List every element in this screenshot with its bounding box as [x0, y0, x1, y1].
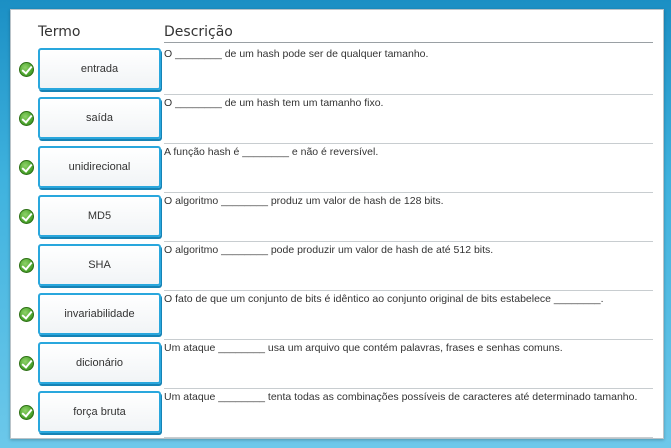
match-row: invariabilidade O fato de que um conjunt…: [11, 291, 663, 340]
description-text: Um ataque ________ tenta todas as combin…: [164, 391, 638, 403]
matching-activity-panel: Termo Descrição entrada O ________ de um…: [10, 9, 664, 439]
match-row: SHA O algoritmo ________ pode produzir u…: [11, 242, 663, 291]
check-circle-icon: [19, 62, 34, 77]
check-circle-icon: [19, 258, 34, 273]
description-text: O algoritmo ________ produz um valor de …: [164, 195, 444, 207]
check-circle-icon: [19, 405, 34, 420]
description-text: O ________ de um hash tem um tamanho fix…: [164, 97, 384, 109]
match-row: força bruta Um ataque ________ tenta tod…: [11, 389, 663, 438]
match-row: unidirecional A função hash é ________ e…: [11, 144, 663, 193]
match-row: MD5 O algoritmo ________ produz um valor…: [11, 193, 663, 242]
term-button-invariabilidade[interactable]: invariabilidade: [38, 293, 161, 335]
description-text: O algoritmo ________ pode produzir um va…: [164, 244, 494, 256]
match-row: saída O ________ de um hash tem um taman…: [11, 95, 663, 144]
check-circle-icon: [19, 209, 34, 224]
term-button-sha[interactable]: SHA: [38, 244, 161, 286]
term-button-unidirecional[interactable]: unidirecional: [38, 146, 161, 188]
check-circle-icon: [19, 111, 34, 126]
term-column-header: Termo: [38, 24, 81, 40]
description-text: O ________ de um hash pode ser de qualqu…: [164, 48, 429, 60]
term-button-dicionario[interactable]: dicionário: [38, 342, 161, 384]
check-circle-icon: [19, 307, 34, 322]
match-row: entrada O ________ de um hash pode ser d…: [11, 46, 663, 95]
description-text: A função hash é ________ e não é reversí…: [164, 146, 379, 158]
match-row: dicionário Um ataque ________ usa um arq…: [11, 340, 663, 389]
check-circle-icon: [19, 160, 34, 175]
term-button-entrada[interactable]: entrada: [38, 48, 161, 90]
header-divider: [164, 42, 653, 43]
description-text: O fato de que um conjunto de bits é idên…: [164, 293, 604, 305]
description-column-header: Descrição: [164, 24, 233, 40]
term-button-md5[interactable]: MD5: [38, 195, 161, 237]
description-text: Um ataque ________ usa um arquivo que co…: [164, 342, 563, 354]
row-divider: [164, 437, 653, 438]
check-circle-icon: [19, 356, 34, 371]
term-button-saida[interactable]: saída: [38, 97, 161, 139]
term-button-forca-bruta[interactable]: força bruta: [38, 391, 161, 433]
